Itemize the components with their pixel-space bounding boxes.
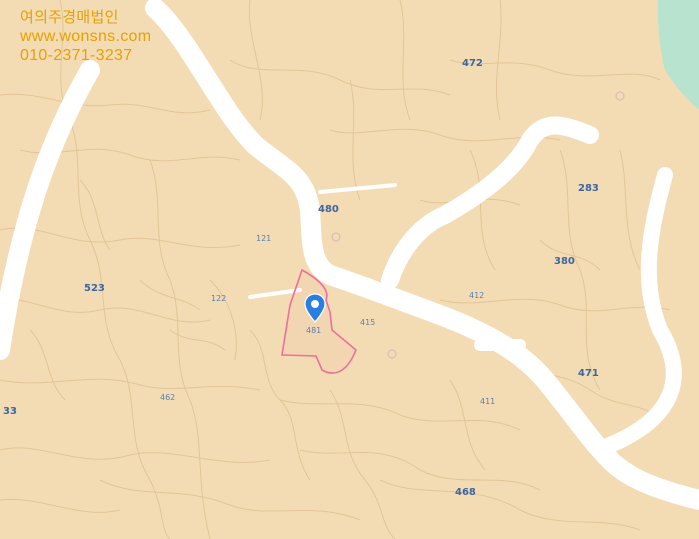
- parcel-label: 480: [318, 204, 339, 215]
- parcel-label: 462: [160, 393, 176, 402]
- brand-name: 여의주경매법인: [20, 8, 119, 26]
- parcel-label: 121: [256, 234, 272, 243]
- parcel-label: 468: [455, 487, 476, 498]
- map-view[interactable]: 472 480 380 283 523 471 468 33 481 412 121 122 415 46…: [0, 0, 699, 539]
- parcel-label: 412: [469, 291, 485, 300]
- parcel-label: 33: [3, 406, 17, 417]
- brand-website[interactable]: www.wonsns.com: [20, 27, 151, 46]
- map-canvas: [0, 0, 699, 539]
- brand-phone: 010-2371-3237: [20, 47, 133, 64]
- parcel-label: 411: [480, 397, 496, 406]
- parcel-label: 481: [306, 326, 322, 335]
- brand-watermark: 여의주경매법인 www.wonsns.com 010-2371-3237: [20, 8, 151, 65]
- parcel-label: 471: [578, 368, 599, 379]
- poi-dot: [387, 349, 397, 359]
- parcel-label: 472: [462, 58, 483, 69]
- parcel-label: 122: [211, 294, 227, 303]
- parcel-label: 523: [84, 283, 105, 294]
- roads: [0, 0, 699, 510]
- road-west: [0, 60, 100, 360]
- water-area: [657, 0, 699, 110]
- poi-dot: [331, 232, 341, 242]
- road-far-east: [602, 167, 682, 453]
- parcel-label: 415: [360, 318, 376, 327]
- parcel-label: 283: [578, 183, 599, 194]
- parcel-label: 380: [554, 256, 575, 267]
- poi-dot: [615, 91, 625, 101]
- location-pin-icon[interactable]: [304, 293, 326, 323]
- road-main: [145, 0, 699, 510]
